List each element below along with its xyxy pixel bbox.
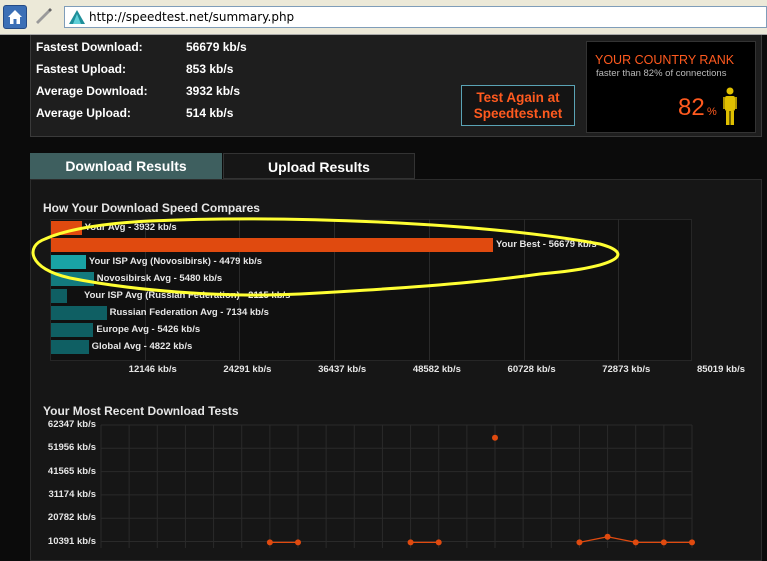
y-tick-label: 51956 kb/s <box>47 442 96 454</box>
y-tick-label: 31174 kb/s <box>48 488 96 500</box>
y-tick-label: 62347 kb/s <box>47 419 96 430</box>
y-tick-label: 20782 kb/s <box>47 512 96 524</box>
series-point <box>435 539 442 546</box>
series-point <box>295 539 301 546</box>
recent-line-svg <box>100 424 695 548</box>
series-point <box>689 539 695 546</box>
y-tick-label: 10391 kb/s <box>47 535 96 547</box>
series-point <box>492 434 498 441</box>
y-tick-label: 41565 kb/s <box>47 465 96 477</box>
